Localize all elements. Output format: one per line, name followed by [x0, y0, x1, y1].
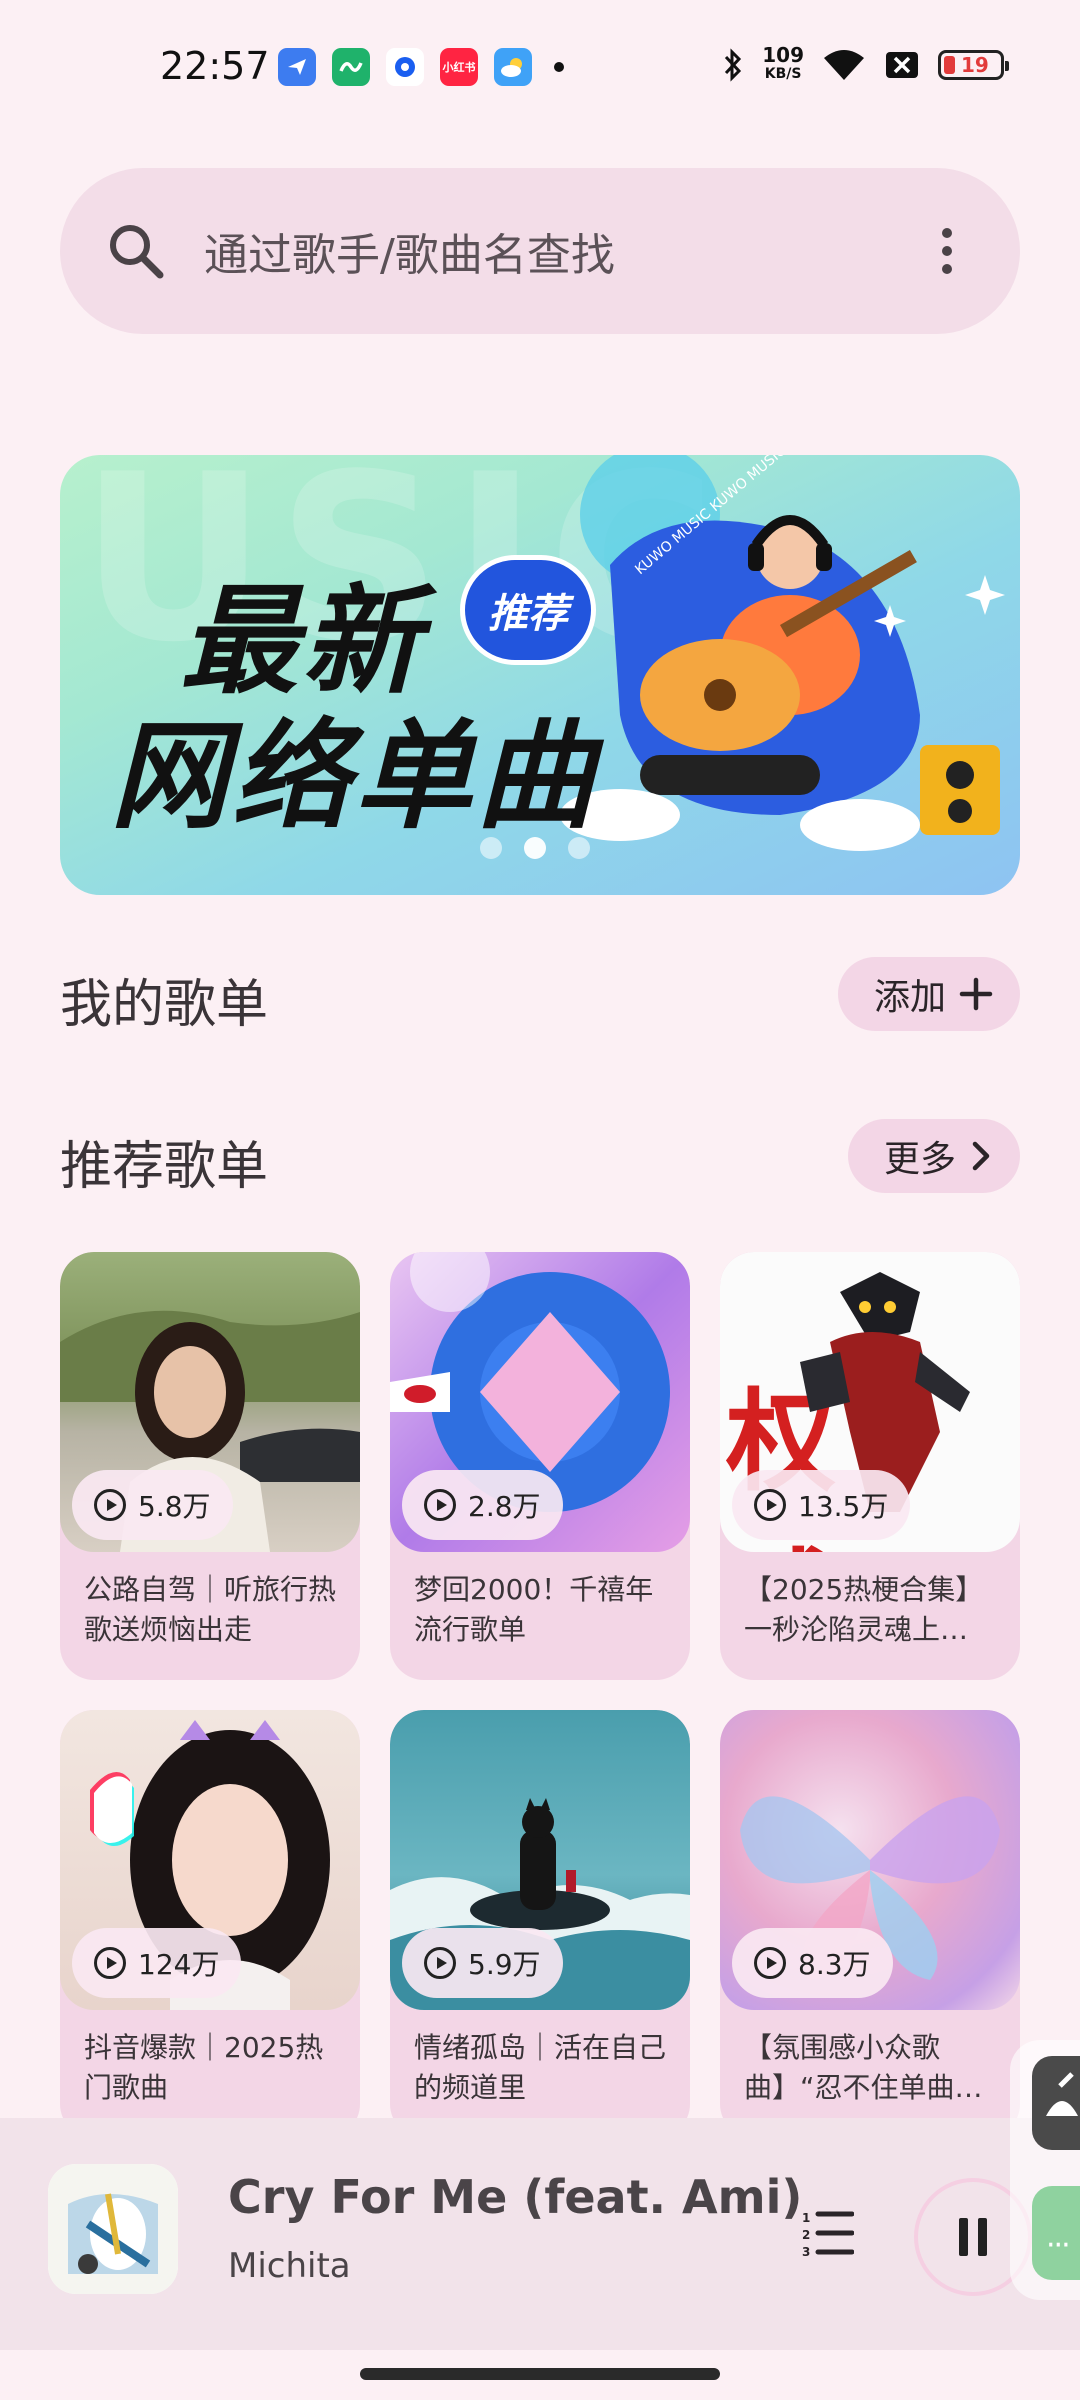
- app-blue-icon: [386, 48, 424, 86]
- playlist-title: 情绪孤岛｜活在自己的频道里: [414, 2031, 667, 2104]
- play-count-badge: 124万: [72, 1928, 242, 1998]
- play-count-badge: 8.3万: [732, 1928, 893, 1998]
- svg-text:2: 2: [802, 2228, 810, 2242]
- network-speed-unit: KB/S: [764, 66, 802, 82]
- playlist-card[interactable]: 5.9万 情绪孤岛｜活在自己的频道里: [390, 1710, 690, 2138]
- home-indicator[interactable]: [360, 2368, 720, 2380]
- play-count: 5.9万: [468, 1948, 541, 1981]
- weather-icon: [494, 48, 532, 86]
- xiaohongshu-icon: 小红书: [440, 48, 478, 86]
- bluetooth-icon: [725, 48, 742, 82]
- carousel-dot[interactable]: [568, 837, 590, 859]
- play-circle-icon: [424, 1489, 456, 1521]
- carousel-dot[interactable]: [480, 837, 502, 859]
- play-circle-icon: [424, 1947, 456, 1979]
- battery-level: 19: [961, 53, 989, 77]
- search-placeholder: 通过歌手/歌曲名查找: [204, 230, 615, 281]
- add-playlist-label: 添加: [873, 977, 946, 1018]
- now-playing-artist: Michita: [228, 2246, 351, 2286]
- app-green-icon: [332, 48, 370, 86]
- no-sim-icon: [886, 52, 918, 78]
- playlist-title: 梦回2000！千禧年流行歌单: [414, 1573, 654, 1646]
- play-count: 124万: [138, 1948, 220, 1981]
- feishu-icon: [278, 48, 316, 86]
- playlist-card[interactable]: 5.8万 公路自驾｜听旅行热歌送烦恼出走: [60, 1252, 360, 1680]
- system-icons: 109 KB/S 19: [722, 43, 1009, 84]
- notification-icons: 小红书: [278, 48, 564, 86]
- status-bar: 22:57 小红书 109 KB/S 19: [0, 0, 1080, 135]
- svg-text:1: 1: [802, 2211, 810, 2225]
- more-options-icon[interactable]: [942, 228, 952, 274]
- battery-icon: 19: [938, 50, 1009, 80]
- recommended-playlists-title: 推荐歌单: [60, 1137, 269, 1197]
- search-icon: [110, 225, 164, 279]
- playlist-title: 【氛围感小众歌曲】“忍不住单曲…: [744, 2031, 983, 2104]
- play-count: 5.8万: [138, 1490, 211, 1523]
- play-circle-icon: [94, 1489, 126, 1521]
- plus-icon: [959, 977, 993, 1011]
- network-speed-value: 109: [762, 43, 804, 67]
- playlist-title: 抖音爆款｜2025热门歌曲: [84, 2031, 324, 2104]
- floating-widget-chat[interactable]: ···: [1032, 2186, 1080, 2280]
- play-circle-icon: [754, 1947, 786, 1979]
- more-notifications-dot: [554, 62, 564, 72]
- play-circle-icon: [754, 1489, 786, 1521]
- play-circle-icon: [94, 1947, 126, 1979]
- search-bar[interactable]: 通过歌手/歌曲名查找: [60, 168, 1020, 334]
- svg-text:3: 3: [802, 2245, 810, 2258]
- mini-player[interactable]: Cry For Me (feat. Ami) Michita 1 2 3: [0, 2118, 1080, 2350]
- playlist-card[interactable]: 2.8万 梦回2000！千禧年流行歌单: [390, 1252, 690, 1680]
- playlist-card[interactable]: 权威 13.5万 【2025热梗合集】一秒沦陷灵魂上…: [720, 1252, 1020, 1680]
- chat-dots-icon: ···: [1046, 2228, 1071, 2263]
- my-playlists-title: 我的歌单: [60, 975, 269, 1035]
- play-count-badge: 2.8万: [402, 1470, 563, 1540]
- more-playlists-button[interactable]: 更多: [847, 1119, 1020, 1193]
- now-playing-cover: [48, 2164, 178, 2294]
- status-time: 22:57: [160, 44, 270, 88]
- xiaohongshu-label: 小红书: [442, 61, 476, 74]
- network-speed: 109 KB/S: [762, 43, 804, 84]
- carousel-dot-active[interactable]: [524, 837, 546, 859]
- banner-recommend-badge: 推荐: [460, 555, 596, 665]
- now-playing-title: Cry For Me (feat. Ami): [228, 2170, 803, 2224]
- add-playlist-button[interactable]: 添加: [837, 957, 1020, 1031]
- chevron-right-icon: [972, 1141, 990, 1171]
- play-count: 8.3万: [798, 1948, 871, 1981]
- play-count-badge: 5.8万: [72, 1470, 233, 1540]
- wifi-icon: [824, 50, 864, 80]
- play-count: 13.5万: [798, 1490, 889, 1523]
- playlist-title: 【2025热梗合集】一秒沦陷灵魂上…: [744, 1573, 984, 1646]
- carousel-dots: [480, 837, 590, 859]
- banner-carousel[interactable]: USIC KUWO MUSIC KUWO MUSIC 最新 网络单曲 推荐: [60, 455, 1020, 895]
- playlist-card[interactable]: 124万 抖音爆款｜2025热门歌曲: [60, 1710, 360, 2138]
- play-count-badge: 5.9万: [402, 1928, 563, 1998]
- playlist-card[interactable]: 8.3万 【氛围感小众歌曲】“忍不住单曲…: [720, 1710, 1020, 2138]
- banner-headline-2: 网络单曲: [110, 707, 599, 845]
- play-count-badge: 13.5万: [732, 1470, 911, 1540]
- playlist-queue-icon[interactable]: 1 2 3: [800, 2208, 854, 2258]
- play-count: 2.8万: [468, 1490, 541, 1523]
- more-playlists-label: 更多: [883, 1139, 956, 1180]
- floating-widget-dark[interactable]: [1032, 2056, 1080, 2150]
- playlist-title: 公路自驾｜听旅行热歌送烦恼出走: [84, 1573, 337, 1646]
